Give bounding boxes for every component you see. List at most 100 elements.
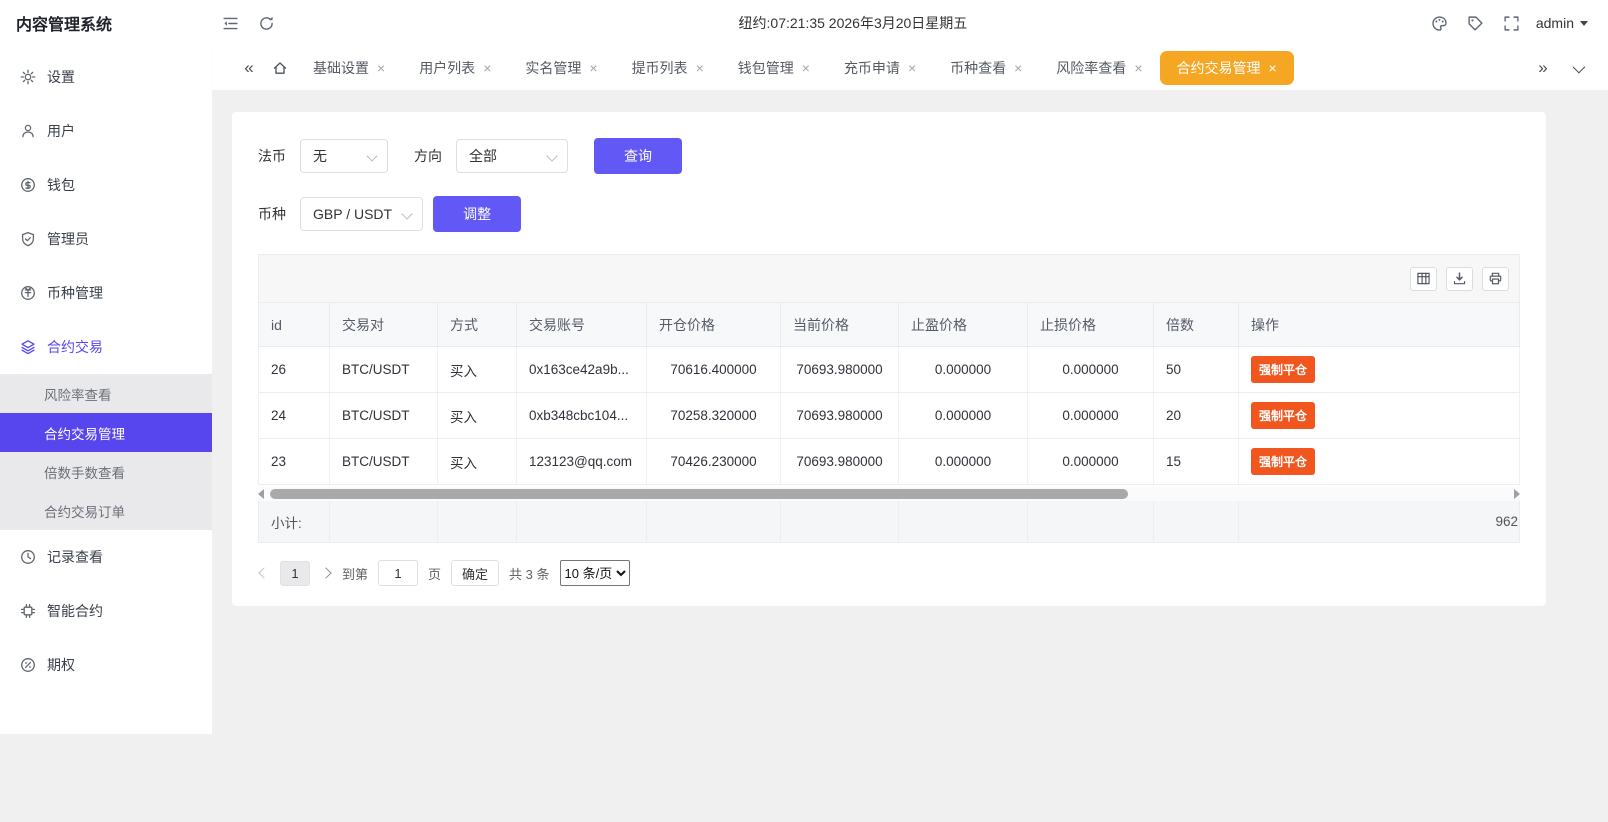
app-title: 内容管理系统: [0, 11, 212, 35]
tab-5[interactable]: 充币申请 ×: [827, 51, 933, 85]
direction-label: 方向: [414, 146, 442, 166]
table-cell-id: 24: [259, 393, 330, 439]
table-cell-stop_loss: 0.000000: [1028, 393, 1154, 439]
right-region: « 基础设置×用户列表×实名管理×提币列表×钱包管理×充币申请×币种查看×风险率…: [212, 46, 1608, 822]
table-row: 24BTC/USDT买入0xb348cbc104...70258.3200007…: [259, 393, 1520, 439]
fiat-select[interactable]: 无: [300, 139, 388, 173]
current-page-button[interactable]: 1: [280, 561, 310, 586]
tab-0[interactable]: 基础设置 ×: [296, 51, 402, 85]
subtotal-label: 小计:: [259, 501, 330, 542]
tabs-scroll-right-icon[interactable]: »: [1528, 58, 1558, 78]
confirm-page-button[interactable]: 确定: [451, 560, 499, 586]
tab-label: 充币申请: [844, 58, 900, 78]
print-icon[interactable]: [1482, 267, 1509, 291]
adjust-button[interactable]: 调整: [433, 196, 521, 232]
tab-close-icon[interactable]: ×: [483, 61, 491, 75]
force-close-button[interactable]: 强制平仓: [1251, 356, 1315, 383]
sidebar-item-label: 合约交易: [47, 337, 103, 357]
sidebar-subitem-1[interactable]: 合约交易管理: [0, 413, 212, 452]
gear-icon: [20, 69, 36, 85]
tab-8[interactable]: 合约交易管理 ×: [1160, 51, 1294, 85]
sidebar-item-label: 设置: [47, 67, 75, 87]
sidebar-item-2[interactable]: 钱包: [0, 158, 212, 212]
tab-close-icon[interactable]: ×: [802, 61, 810, 75]
sidebar-subitem-2[interactable]: 倍数手数查看: [0, 452, 212, 491]
tab-6[interactable]: 币种查看 ×: [933, 51, 1039, 85]
scrollbar-thumb[interactable]: [270, 489, 1128, 499]
tabs-dropdown-icon[interactable]: [1562, 58, 1592, 78]
collapse-sidebar-icon[interactable]: [212, 0, 248, 46]
tab-close-icon[interactable]: ×: [377, 61, 385, 75]
force-close-button[interactable]: 强制平仓: [1251, 402, 1315, 429]
table-body: 26BTC/USDT买入0x163ce42a9b...70616.4000007…: [259, 347, 1520, 485]
sidebar-item-label: 智能合约: [47, 601, 103, 621]
filter-row-2: 币种 GBP / USDT 调整: [258, 196, 1520, 232]
table-column-header: 交易对: [330, 303, 438, 347]
force-close-button[interactable]: 强制平仓: [1251, 448, 1315, 475]
scroll-left-arrow-icon[interactable]: [258, 489, 264, 499]
content-card: 法币 无 方向 全部 查询 币种: [232, 112, 1546, 606]
tab-4[interactable]: 钱包管理 ×: [721, 51, 827, 85]
page-unit-label: 页: [428, 564, 441, 583]
tab-label: 合约交易管理: [1177, 58, 1261, 78]
subtotal-cell: [899, 501, 1028, 542]
sidebar-subitem-0[interactable]: 风险率查看: [0, 374, 212, 413]
prev-page-icon[interactable]: [258, 569, 270, 577]
coin-select[interactable]: GBP / USDT: [300, 197, 423, 231]
sidebar-item-label: 用户: [47, 121, 75, 141]
table-cell-take_profit: 0.000000: [899, 347, 1028, 393]
sidebar-item-4[interactable]: 币种管理: [0, 266, 212, 320]
tab-close-icon[interactable]: ×: [908, 61, 916, 75]
tag-icon[interactable]: [1458, 0, 1494, 46]
theme-icon[interactable]: [1422, 0, 1458, 46]
tab-close-icon[interactable]: ×: [696, 61, 704, 75]
user-menu[interactable]: admin: [1536, 15, 1588, 31]
table-cell-account: 0xb348cbc104...: [517, 393, 647, 439]
tab-3[interactable]: 提币列表×: [615, 51, 721, 85]
subtotal-cell: [1154, 501, 1239, 542]
coin-label: 币种: [258, 204, 286, 224]
tab-close-icon[interactable]: ×: [1269, 61, 1277, 75]
tab-close-icon[interactable]: ×: [589, 61, 597, 75]
table-cell-side: 买入: [438, 347, 517, 393]
sidebar: 设置用户钱包管理员币种管理合约交易风险率查看合约交易管理倍数手数查看合约交易订单…: [0, 46, 212, 822]
table-cell-open_price: 70616.400000: [647, 347, 781, 393]
table-cell-open_price: 70426.230000: [647, 439, 781, 485]
refresh-icon[interactable]: [248, 0, 284, 46]
sidebar-item-5[interactable]: 合约交易: [0, 320, 212, 374]
tab-2[interactable]: 实名管理×: [508, 51, 614, 85]
fiat-select-value: 无: [313, 146, 327, 166]
sidebar-item-6[interactable]: 记录查看: [0, 530, 212, 584]
sidebar-item-8[interactable]: 期权: [0, 638, 212, 692]
sidebar-item-3[interactable]: 管理员: [0, 212, 212, 266]
tab-label: 币种查看: [950, 58, 1006, 78]
search-button[interactable]: 查询: [594, 138, 682, 174]
tab-close-icon[interactable]: ×: [1014, 61, 1022, 75]
tab-label: 基础设置: [313, 58, 369, 78]
next-page-icon[interactable]: [320, 569, 332, 577]
tab-label: 钱包管理: [738, 58, 794, 78]
columns-icon[interactable]: [1410, 267, 1437, 291]
tabs-scroll-left-icon[interactable]: «: [234, 58, 264, 78]
sidebar-item-0[interactable]: 设置: [0, 50, 212, 104]
sidebar-item-label: 记录查看: [47, 547, 103, 567]
direction-select[interactable]: 全部: [456, 139, 568, 173]
goto-page-input[interactable]: [378, 560, 418, 586]
sidebar-subitem-3[interactable]: 合约交易订单: [0, 491, 212, 530]
tab-1[interactable]: 用户列表×: [402, 51, 508, 85]
sidebar-subitem-label: 倍数手数查看: [44, 462, 125, 482]
tab-7[interactable]: 风险率查看×: [1039, 51, 1159, 85]
scroll-right-arrow-icon[interactable]: [1514, 489, 1520, 499]
sidebar-item-1[interactable]: 用户: [0, 104, 212, 158]
fullscreen-icon[interactable]: [1494, 0, 1530, 46]
options-icon: [20, 657, 36, 673]
page-size-select[interactable]: 10 条/页: [560, 560, 630, 586]
home-icon[interactable]: [264, 60, 296, 76]
table-cell-id: 23: [259, 439, 330, 485]
tab-close-icon[interactable]: ×: [1134, 61, 1142, 75]
horizontal-scrollbar[interactable]: [258, 487, 1520, 501]
sidebar-item-7[interactable]: 智能合约: [0, 584, 212, 638]
currency-icon: [20, 285, 36, 301]
export-icon[interactable]: [1446, 267, 1473, 291]
table-cell-pair: BTC/USDT: [330, 347, 438, 393]
